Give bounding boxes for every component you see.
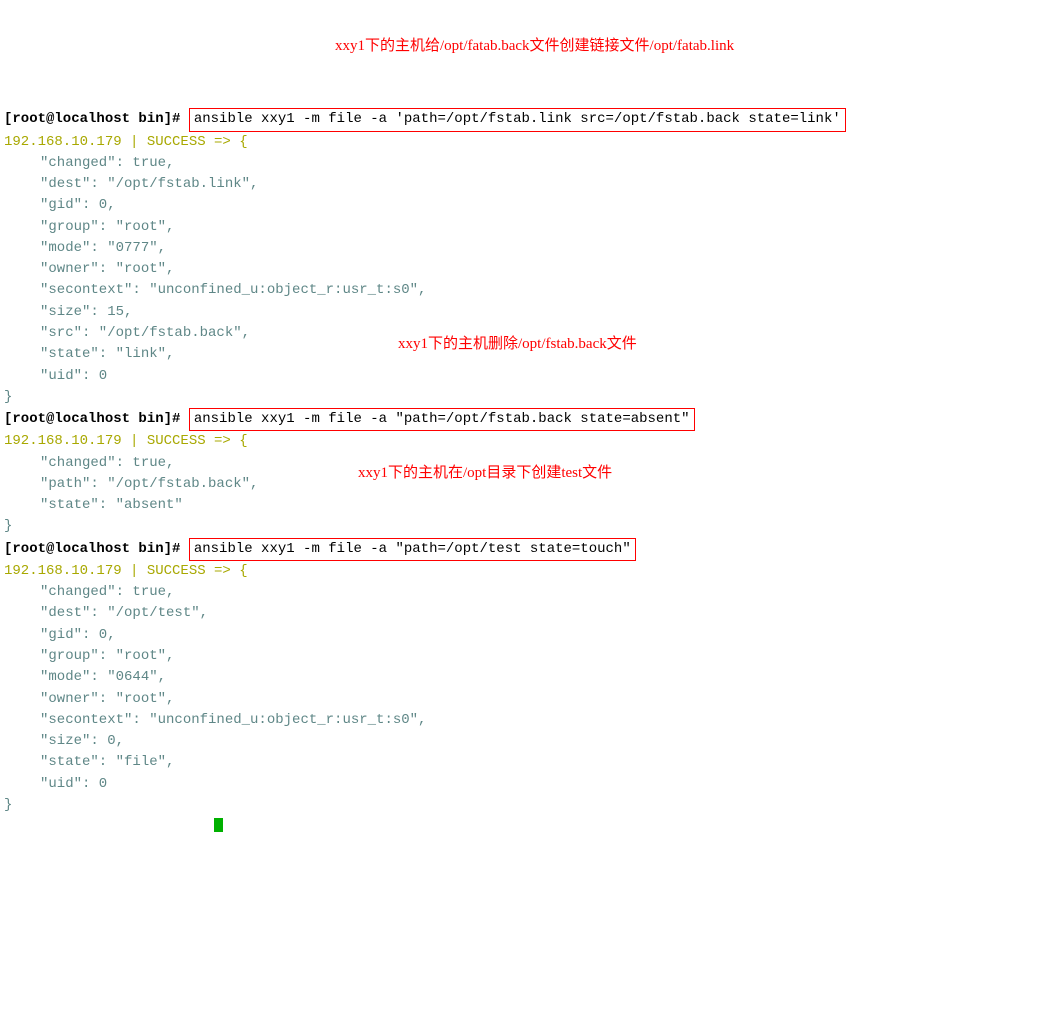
prompt-4 xyxy=(4,818,223,834)
prompt-3: [root@localhost bin]# ansible xxy1 -m fi… xyxy=(4,541,636,557)
out-3-3: "group": "root", xyxy=(40,648,174,664)
out-3-8: "state": "file", xyxy=(40,754,174,770)
annotation-1: xxy1下的主机给/opt/fatab.back文件创建链接文件/opt/fat… xyxy=(335,35,734,58)
out-1-0: "changed": true, xyxy=(40,155,174,171)
annotation-2: xxy1下的主机删除/opt/fstab.back文件 xyxy=(398,333,637,356)
cmd-box-2: ansible xxy1 -m file -a "path=/opt/fstab… xyxy=(189,408,695,431)
out-3-1: "dest": "/opt/test", xyxy=(40,605,208,621)
out-1-6: "secontext": "unconfined_u:object_r:usr_… xyxy=(40,282,426,298)
out-2-2: "state": "absent" xyxy=(40,497,183,513)
out-1-4: "mode": "0777", xyxy=(40,240,166,256)
close-2: } xyxy=(4,518,12,534)
out-3-4: "mode": "0644", xyxy=(40,669,166,685)
close-1: } xyxy=(4,389,12,405)
success-3: 192.168.10.179 | SUCCESS => { xyxy=(4,563,248,579)
prompt-1: [root@localhost bin]# ansible xxy1 -m fi… xyxy=(4,111,846,127)
out-1-1: "dest": "/opt/fstab.link", xyxy=(40,176,258,192)
out-2-0: "changed": true, xyxy=(40,455,174,471)
out-1-10: "uid": 0 xyxy=(40,368,107,384)
out-3-7: "size": 0, xyxy=(40,733,124,749)
success-2: 192.168.10.179 | SUCCESS => { xyxy=(4,433,248,449)
out-2-1: "path": "/opt/fstab.back", xyxy=(40,476,258,492)
out-1-7: "size": 15, xyxy=(40,304,132,320)
prompt-2: [root@localhost bin]# ansible xxy1 -m fi… xyxy=(4,411,695,427)
out-3-9: "uid": 0 xyxy=(40,776,107,792)
close-3: } xyxy=(4,797,12,813)
out-3-0: "changed": true, xyxy=(40,584,174,600)
out-1-5: "owner": "root", xyxy=(40,261,174,277)
out-1-8: "src": "/opt/fstab.back", xyxy=(40,325,250,341)
out-3-6: "secontext": "unconfined_u:object_r:usr_… xyxy=(40,712,426,728)
cursor-icon xyxy=(214,818,223,832)
out-1-9: "state": "link", xyxy=(40,346,174,362)
out-1-3: "group": "root", xyxy=(40,219,174,235)
out-3-2: "gid": 0, xyxy=(40,627,116,643)
out-3-5: "owner": "root", xyxy=(40,691,174,707)
success-1: 192.168.10.179 | SUCCESS => { xyxy=(4,134,248,150)
annotation-3: xxy1下的主机在/opt目录下创建test文件 xyxy=(358,462,612,485)
cmd-box-1: ansible xxy1 -m file -a 'path=/opt/fstab… xyxy=(189,108,846,131)
cmd-box-3: ansible xxy1 -m file -a "path=/opt/test … xyxy=(189,538,636,561)
out-1-2: "gid": 0, xyxy=(40,197,116,213)
